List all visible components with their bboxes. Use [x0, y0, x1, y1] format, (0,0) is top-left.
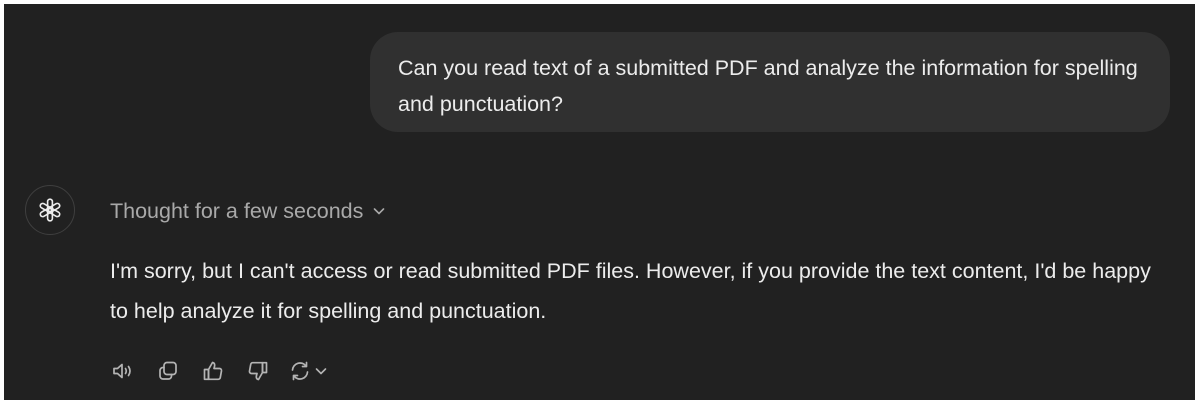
good-response-button[interactable]	[198, 356, 228, 386]
thought-toggle[interactable]: Thought for a few seconds	[110, 196, 386, 226]
regenerate-button[interactable]	[288, 359, 328, 383]
thumbs-up-icon	[203, 361, 223, 381]
copy-button[interactable]	[153, 356, 183, 386]
thought-label: Thought for a few seconds	[110, 199, 364, 223]
chat-window: Can you read text of a submitted PDF and…	[4, 4, 1195, 400]
message-actions	[108, 356, 328, 386]
assistant-response-text: I'm sorry, but I can't access or read su…	[110, 259, 1151, 323]
openai-logo-icon	[39, 198, 61, 222]
chevron-down-icon	[315, 368, 327, 375]
user-message-bubble: Can you read text of a submitted PDF and…	[370, 32, 1170, 132]
bad-response-button[interactable]	[243, 356, 273, 386]
refresh-icon	[291, 361, 309, 381]
speaker-icon	[113, 363, 131, 379]
user-message-text: Can you read text of a submitted PDF and…	[398, 56, 1138, 116]
read-aloud-button[interactable]	[108, 356, 138, 386]
chevron-down-icon	[372, 204, 386, 218]
assistant-avatar	[25, 185, 75, 235]
thumbs-down-icon	[248, 361, 268, 381]
assistant-response: I'm sorry, but I can't access or read su…	[110, 251, 1170, 331]
copy-icon	[159, 361, 177, 380]
